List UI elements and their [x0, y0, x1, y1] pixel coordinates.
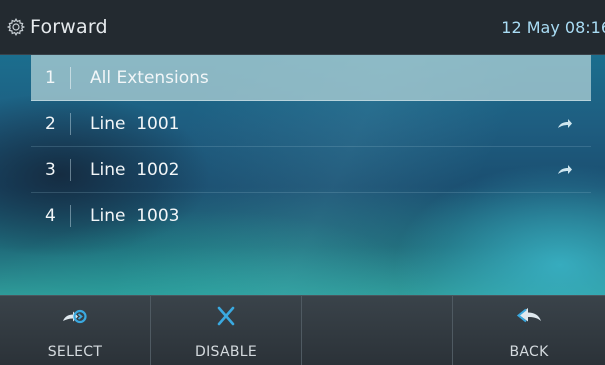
softkey-label: DISABLE: [195, 344, 257, 360]
list-item-label: All Extensions: [90, 68, 209, 88]
empty-softkey[interactable]: [302, 296, 453, 365]
list-item-number: 4: [45, 206, 56, 226]
list-item-line-1002[interactable]: 3 Line 1002: [31, 147, 591, 193]
call-forward-icon: [558, 119, 572, 128]
disable-softkey[interactable]: DISABLE: [151, 296, 302, 365]
divider: [70, 159, 71, 181]
content-area: 1 All Extensions 2 Line 1001 3 Line 1002: [0, 55, 605, 295]
divider: [70, 113, 71, 135]
call-forward-icon: [558, 165, 572, 174]
close-x-icon: [217, 306, 235, 326]
list-item-number: 1: [45, 68, 56, 88]
divider: [70, 205, 71, 227]
divider: [70, 67, 71, 89]
list-item-line-1003[interactable]: 4 Line 1003: [31, 193, 591, 239]
forward-list: 1 All Extensions 2 Line 1001 3 Line 1002: [31, 55, 591, 239]
softkey-label: SELECT: [47, 344, 103, 360]
page-title: Forward: [30, 16, 108, 38]
list-item-line-1001[interactable]: 2 Line 1001: [31, 101, 591, 147]
list-item-number: 3: [45, 160, 56, 180]
list-item-label: Line 1001: [90, 114, 180, 134]
forward-select-icon: [63, 309, 87, 324]
list-item-all-extensions[interactable]: 1 All Extensions: [31, 55, 591, 101]
list-item-label: Line 1003: [90, 206, 180, 226]
list-item-label: Line 1002: [90, 160, 180, 180]
softkey-bar: SELECT DISABLE BACK: [0, 295, 605, 365]
gear-icon: [6, 18, 26, 36]
title-bar: Forward 12 May 08:16: [0, 0, 605, 55]
softkey-label: BACK: [509, 344, 549, 360]
list-item-number: 2: [45, 114, 56, 134]
date-time: 12 May 08:16: [501, 18, 605, 37]
back-arrow-icon: [516, 308, 541, 323]
back-softkey[interactable]: BACK: [453, 296, 605, 365]
phone-screen: Forward 12 May 08:16 1 All Extensions 2 …: [0, 0, 605, 365]
select-softkey[interactable]: SELECT: [0, 296, 151, 365]
